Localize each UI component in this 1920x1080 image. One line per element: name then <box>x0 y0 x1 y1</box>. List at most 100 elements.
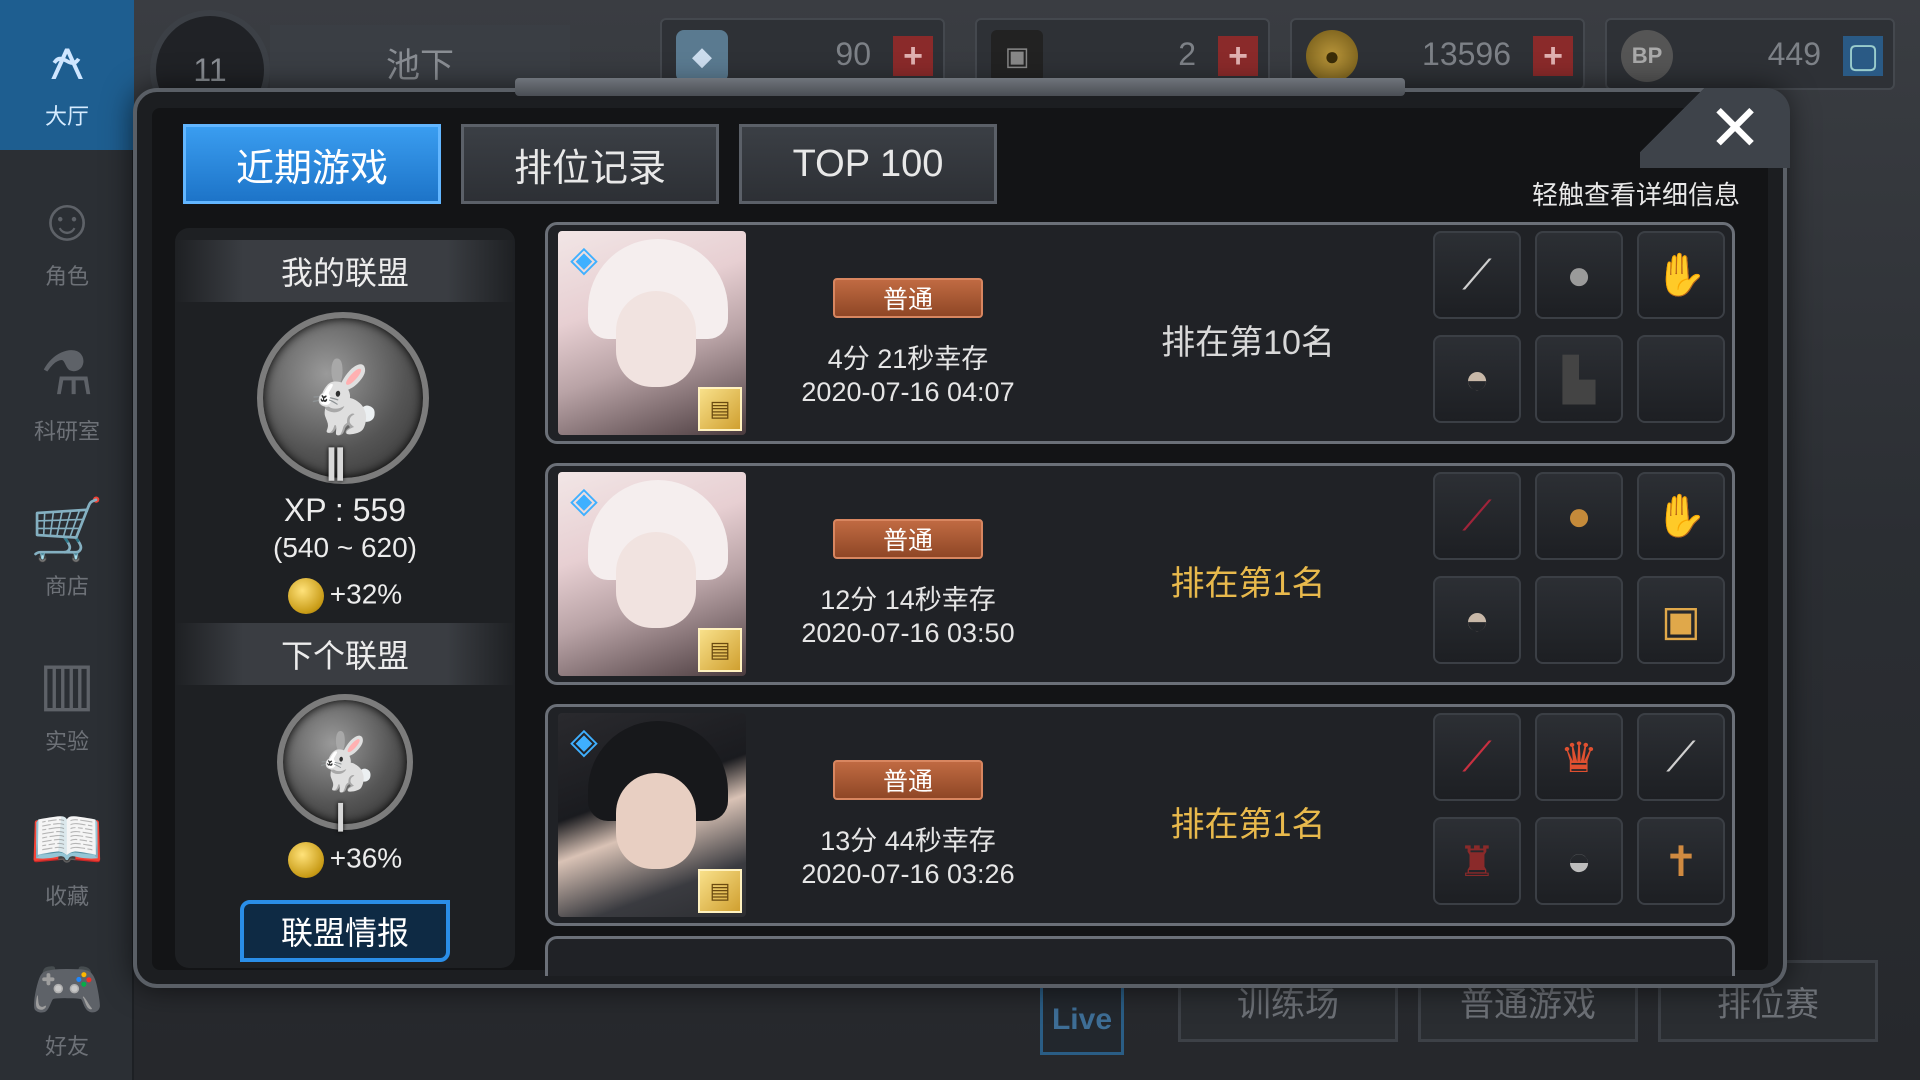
coin-icon <box>287 842 324 878</box>
bp-pass-button[interactable]: ▢ <box>1843 36 1883 76</box>
helmet-icon: ● <box>1535 472 1623 560</box>
sidebar-item-label: 大厅 <box>44 104 89 129</box>
equipment-slots: ⟋ ● ✋ ◓ ▙ <box>1433 231 1725 435</box>
sidebar-item-experiment[interactable]: ▥ 实验 <box>0 625 134 775</box>
lobby-icon: ⍲ <box>49 25 85 92</box>
hat-icon: ◓ <box>1433 576 1521 664</box>
match-row[interactable]: ◈ ▤ 普通 13分 44秒幸存 2020-07-16 03:26 排在第1名 … <box>545 704 1735 926</box>
crown-icon: ♛ <box>1535 713 1623 801</box>
boots-icon: ▙ <box>1535 335 1623 423</box>
tab-top-100[interactable]: TOP 100 <box>739 124 997 204</box>
blade-icon: ⟋ <box>1433 472 1521 560</box>
match-rank: 排在第10名 <box>1161 324 1335 362</box>
sidebar-item-character[interactable]: ☺ 角色 <box>0 160 134 310</box>
portrait-face <box>616 291 696 387</box>
book-icon: 📖 <box>29 805 105 873</box>
character-icon: ☺ <box>36 185 98 253</box>
next-league-bonus: +36% <box>175 842 515 878</box>
sidebar-item-label: 科研室 <box>33 419 100 444</box>
glove-icon: ✋ <box>1637 472 1725 560</box>
crystal-icon: ◆ <box>676 30 728 82</box>
flask-icon: ⚗ <box>40 340 94 407</box>
tap-hint: 轻触查看详细信息 <box>1531 180 1740 210</box>
bp-icon: BP <box>1621 30 1673 82</box>
ticket-icon: ▤ <box>698 869 742 913</box>
rank-diamond-icon: ◈ <box>570 479 598 520</box>
sidebar-item-friends[interactable]: 🎮 好友 <box>0 930 134 1080</box>
ticket-icon: ▤ <box>698 387 742 431</box>
character-portrait: ◈ ▤ <box>558 472 746 676</box>
cross-icon: ✝ <box>1637 817 1725 905</box>
coin-icon: ● <box>1306 30 1358 82</box>
my-league-title: 我的联盟 <box>175 240 515 302</box>
sidebar-item-shop[interactable]: 🛒 商店 <box>0 470 134 620</box>
books-icon: ▥ <box>38 650 96 717</box>
add-crystal-button[interactable]: + <box>893 36 933 76</box>
portrait-face <box>616 532 696 628</box>
mode-tag: 普通 <box>833 519 983 559</box>
shoes-icon: ◒ <box>1535 817 1623 905</box>
empty-slot <box>1535 576 1623 664</box>
my-league-bonus: +32% <box>175 578 515 614</box>
match-rank: 排在第1名 <box>1170 806 1326 844</box>
glove-icon: ✋ <box>1637 231 1725 319</box>
match-list: ◈ ▤ 普通 4分 21秒幸存 2020-07-16 04:07 排在第10名 … <box>540 218 1736 970</box>
equipment-slots: ⟋ ♛ ⟋ ♜ ◒ ✝ <box>1433 713 1725 917</box>
tab-ranked-history[interactable]: 排位记录 <box>461 124 719 204</box>
match-datetime: 2020-07-16 04:07 <box>801 377 1015 407</box>
mode-tag: 普通 <box>833 760 983 800</box>
rank-diamond-icon: ◈ <box>570 238 598 279</box>
league-xp-range: (540 ~ 620) <box>273 532 417 563</box>
add-card-button[interactable]: + <box>1218 36 1258 76</box>
box-icon: ▣ <box>1637 576 1725 664</box>
bonus-value: +36% <box>329 842 403 874</box>
match-row[interactable]: ◈ ▤ 普通 12分 14秒幸存 2020-07-16 03:50 排在第1名 … <box>545 463 1735 685</box>
armor-icon: ♜ <box>1433 817 1521 905</box>
next-league-title: 下个联盟 <box>175 623 515 685</box>
cart-icon: 🛒 <box>29 495 105 563</box>
coin-icon <box>287 578 324 614</box>
my-league-tier: Ⅱ <box>325 441 347 490</box>
sidebar: ⍲ 大厅 ☺ 角色 ⚗ 科研室 🛒 商店 ▥ 实验 📖 收藏 🎮 好友 <box>0 0 134 1080</box>
rank-diamond-icon: ◈ <box>570 720 598 761</box>
tab-recent-games[interactable]: 近期游戏 <box>183 124 441 204</box>
sidebar-item-lab[interactable]: ⚗ 科研室 <box>0 315 134 465</box>
resource-value: 90 <box>835 35 871 72</box>
character-portrait: ◈ ▤ <box>558 231 746 435</box>
match-row[interactable]: ◈ ▤ 普通 4分 21秒幸存 2020-07-16 04:07 排在第10名 … <box>545 222 1735 444</box>
hat-icon: ◓ <box>1433 335 1521 423</box>
resource-value: 2 <box>1178 35 1196 72</box>
next-league-tier: Ⅰ <box>335 798 347 840</box>
card-icon: ▣ <box>991 30 1043 82</box>
add-coin-button[interactable]: + <box>1533 36 1573 76</box>
resource-value: 13596 <box>1422 35 1511 72</box>
survive-time: 4分 21秒幸存 <box>827 344 989 374</box>
gamepad-icon: 🎮 <box>29 955 105 1023</box>
league-info-button[interactable]: 联盟情报 <box>240 900 450 962</box>
sidebar-item-label: 好友 <box>44 1034 89 1059</box>
rabbit-icon: 🐇 <box>310 730 380 793</box>
sidebar-item-label: 角色 <box>44 264 89 289</box>
blade-icon: ⟋ <box>1433 713 1521 801</box>
empty-slot <box>1637 335 1725 423</box>
sidebar-item-label: 收藏 <box>44 884 89 909</box>
bonus-value: +32% <box>329 578 403 610</box>
match-datetime: 2020-07-16 03:50 <box>801 618 1015 648</box>
survive-time: 13分 44秒幸存 <box>820 826 996 856</box>
resource-value: 449 <box>1767 35 1821 72</box>
sidebar-item-collection[interactable]: 📖 收藏 <box>0 780 134 930</box>
resource-bp: BP 449 ▢ <box>1605 18 1895 90</box>
knife-icon: ⟋ <box>1637 713 1725 801</box>
survive-time: 12分 14秒幸存 <box>820 585 996 615</box>
league-xp: XP : 559 <box>283 492 407 528</box>
equipment-slots: ⟋ ● ✋ ◓ ▣ <box>1433 472 1725 676</box>
helmet-icon: ● <box>1535 231 1623 319</box>
ticket-icon: ▤ <box>698 628 742 672</box>
mode-tag: 普通 <box>833 278 983 318</box>
close-button[interactable]: ✕ <box>1700 92 1770 164</box>
sidebar-item-lobby[interactable]: ⍲ 大厅 <box>0 0 134 150</box>
sidebar-item-label: 商店 <box>44 574 89 599</box>
sidebar-item-label: 实验 <box>44 729 89 754</box>
live-button[interactable]: Live <box>1040 985 1124 1055</box>
dialog-top-strip <box>515 78 1405 96</box>
